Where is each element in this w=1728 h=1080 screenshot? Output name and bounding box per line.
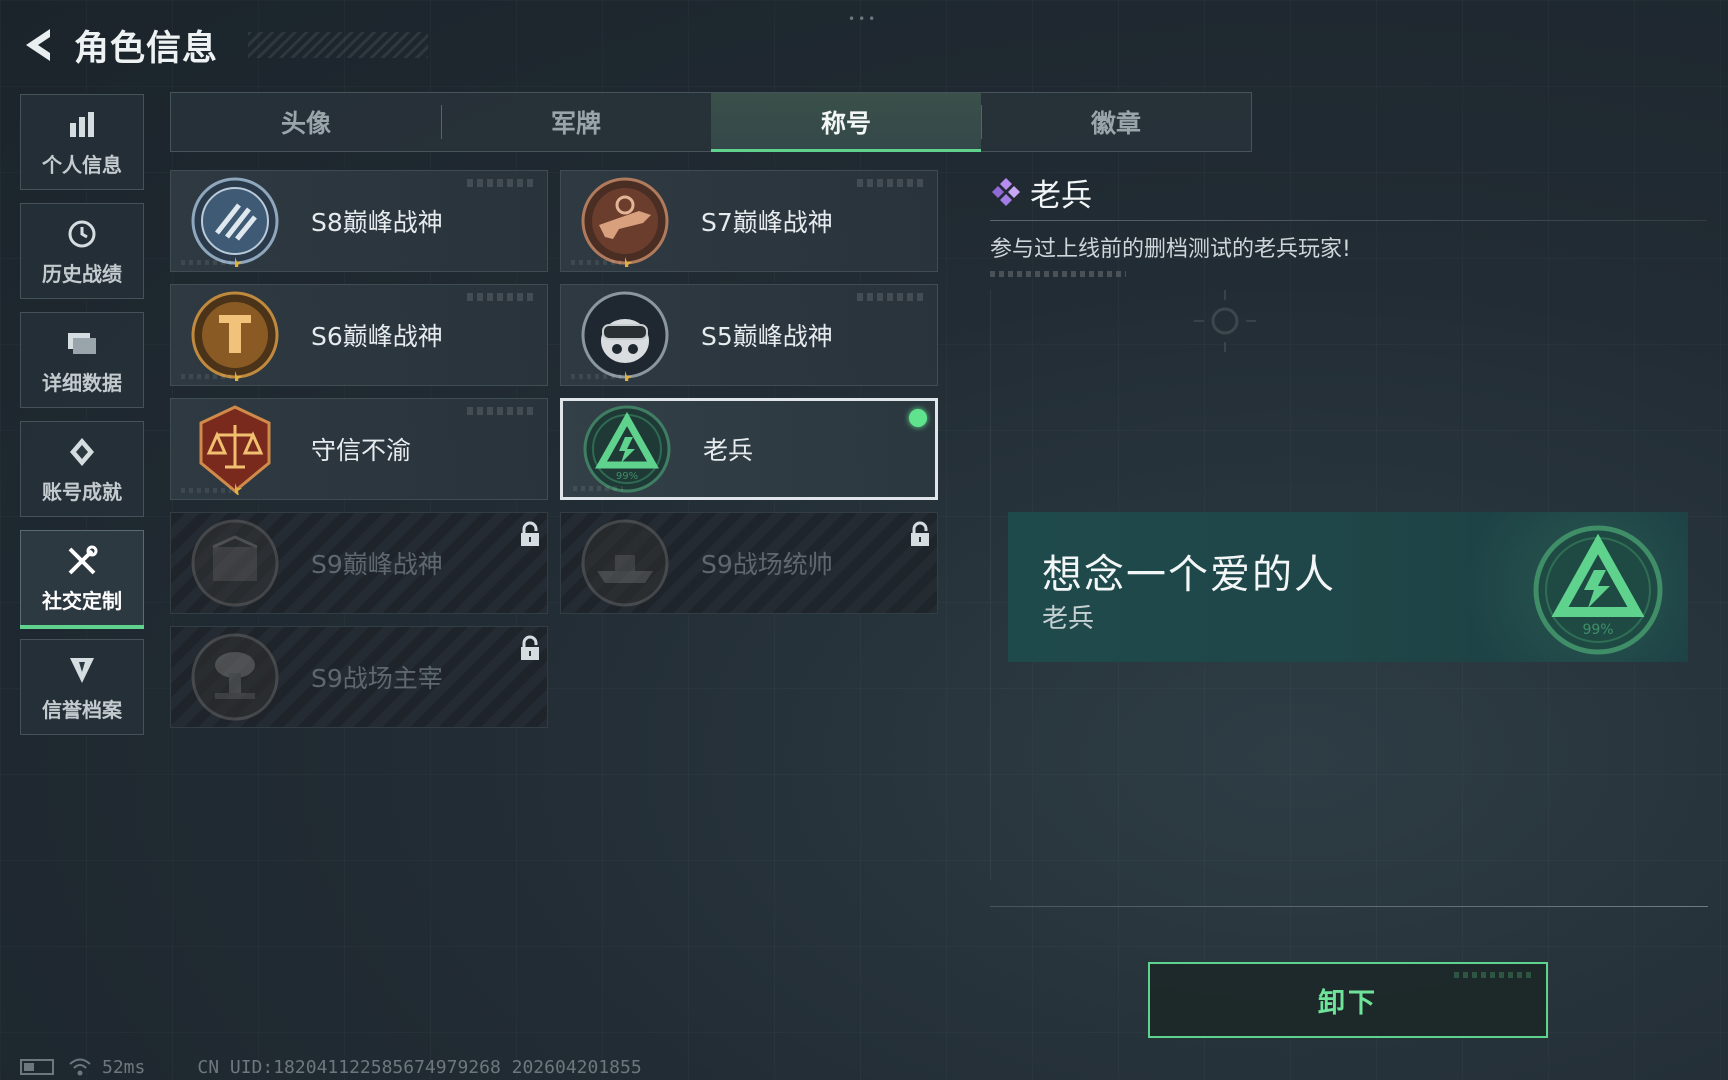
top-dots-decoration: ••• <box>848 12 879 26</box>
unequip-button-label: 卸下 <box>1318 987 1378 1019</box>
card-decoration <box>467 407 537 415</box>
card-decoration <box>857 293 927 301</box>
card-decoration <box>181 260 231 265</box>
scales-medal-icon <box>199 405 271 495</box>
side-nav: 个人信息 历史战绩 详细数据 账号成就 社交定制 信誉档案 <box>20 94 144 748</box>
veteran-emblem-icon: 99% <box>1533 525 1663 655</box>
title-label: S9战场统帅 <box>701 550 833 579</box>
detail-title-name: 老兵 <box>1030 177 1092 214</box>
title-card-s7[interactable]: S7巅峰战神 <box>560 170 938 272</box>
title-label: S7巅峰战神 <box>701 208 833 237</box>
nav-label: 详细数据 <box>42 370 122 395</box>
page-title: 角色信息 <box>74 28 219 69</box>
title-decoration <box>248 32 428 58</box>
banner-player-name: 想念一个爱的人 <box>1042 552 1336 598</box>
header: 角色信息 <box>18 18 428 72</box>
s9-medal-icon <box>191 519 279 607</box>
detail-header: 老兵 <box>990 172 1708 214</box>
title-preview-banner: 想念一个爱的人 老兵 99% <box>1008 512 1688 662</box>
equipped-indicator <box>909 409 927 427</box>
back-arrow-icon <box>26 29 50 61</box>
title-card-s9-peak[interactable]: S9巅峰战神 <box>170 512 548 614</box>
lock-icon <box>521 635 539 660</box>
title-label: 守信不渝 <box>311 436 412 465</box>
lock-icon <box>911 521 929 546</box>
tools-icon <box>64 543 100 579</box>
bar-chart-icon <box>64 107 100 143</box>
back-button[interactable] <box>18 23 62 67</box>
emblem-percent-text: 99% <box>1582 622 1613 638</box>
title-card-trustworthy[interactable]: 守信不渝 <box>170 398 548 500</box>
reticle-icon <box>1194 290 1256 352</box>
title-card-s5[interactable]: S5巅峰战神 <box>560 284 938 386</box>
medal-percent-text: 99% <box>616 471 638 482</box>
unequip-button[interactable]: 卸下 <box>1148 962 1548 1038</box>
card-decoration <box>181 488 231 493</box>
nav-label: 账号成就 <box>42 479 122 504</box>
bottom-divider <box>990 906 1708 907</box>
clock-icon <box>64 216 100 252</box>
rarity-diamond-icon <box>992 178 1020 206</box>
s7-medal-icon <box>581 177 669 267</box>
veteran-medal-icon: 99% <box>583 405 671 493</box>
title-label: S5巅峰战神 <box>701 322 833 351</box>
reputation-icon <box>64 652 100 688</box>
ping-text: 52ms <box>102 1056 146 1078</box>
card-decoration <box>467 179 537 187</box>
nav-item-reputation[interactable]: 信誉档案 <box>20 639 144 735</box>
nav-item-personal-info[interactable]: 个人信息 <box>20 94 144 190</box>
title-label: S9巅峰战神 <box>311 550 443 579</box>
nav-item-social-customize[interactable]: 社交定制 <box>20 530 144 629</box>
battery-icon <box>20 1059 54 1075</box>
card-decoration <box>573 486 623 491</box>
nav-item-detailed-data[interactable]: 详细数据 <box>20 312 144 408</box>
nav-item-history[interactable]: 历史战绩 <box>20 203 144 299</box>
banner-title-name: 老兵 <box>1042 604 1095 634</box>
nav-label: 信誉档案 <box>42 697 122 722</box>
description-decoration <box>990 271 1126 277</box>
tab-title[interactable]: 称号 <box>711 93 981 152</box>
title-card-s6[interactable]: S6巅峰战神 <box>170 284 548 386</box>
card-decoration <box>857 179 927 187</box>
tab-badge[interactable]: 徽章 <box>981 93 1251 151</box>
category-tabs: 头像 军牌 称号 徽章 <box>170 92 1252 152</box>
s6-medal-icon <box>191 291 279 381</box>
detail-description: 参与过上线前的删档测试的老兵玩家! <box>990 237 1351 262</box>
button-decoration <box>1454 972 1534 978</box>
card-decoration <box>467 293 537 301</box>
title-label: S8巅峰战神 <box>311 208 443 237</box>
lock-icon <box>521 521 539 546</box>
uid-text: CN UID:18204112258567497926​8 2026042018… <box>197 1056 642 1078</box>
wifi-icon <box>69 1058 91 1076</box>
nav-item-achievements[interactable]: 账号成就 <box>20 421 144 517</box>
title-label: S9战场主宰 <box>311 664 443 693</box>
warship-medal-icon <box>581 519 669 607</box>
nav-label: 历史战绩 <box>42 261 122 286</box>
status-bar: 52ms CN UID:18204112258567497926​8 20260… <box>20 1056 642 1078</box>
card-decoration <box>181 374 231 379</box>
title-card-veteran[interactable]: 99% 老兵 <box>560 398 938 500</box>
mushroom-cloud-medal-icon <box>191 633 279 721</box>
title-card-s8[interactable]: S8巅峰战神 <box>170 170 548 272</box>
card-decoration <box>571 374 621 379</box>
nav-label: 社交定制 <box>42 588 122 613</box>
divider <box>990 220 1706 221</box>
card-decoration <box>571 260 621 265</box>
s5-medal-icon <box>581 291 669 381</box>
s8-medal-icon <box>191 177 279 267</box>
folder-icon <box>64 325 100 361</box>
title-label: 老兵 <box>703 436 754 465</box>
tab-dog-tag[interactable]: 军牌 <box>441 93 711 151</box>
title-card-s9-commander[interactable]: S9战场统帅 <box>560 512 938 614</box>
tab-avatar[interactable]: 头像 <box>171 93 441 151</box>
achievement-icon <box>64 434 100 470</box>
title-label: S6巅峰战神 <box>311 322 443 351</box>
title-card-s9-dominator[interactable]: S9战场主宰 <box>170 626 548 728</box>
title-detail-panel: 老兵 参与过上线前的删档测试的老兵玩家! <box>990 172 1708 277</box>
nav-label: 个人信息 <box>42 152 122 177</box>
